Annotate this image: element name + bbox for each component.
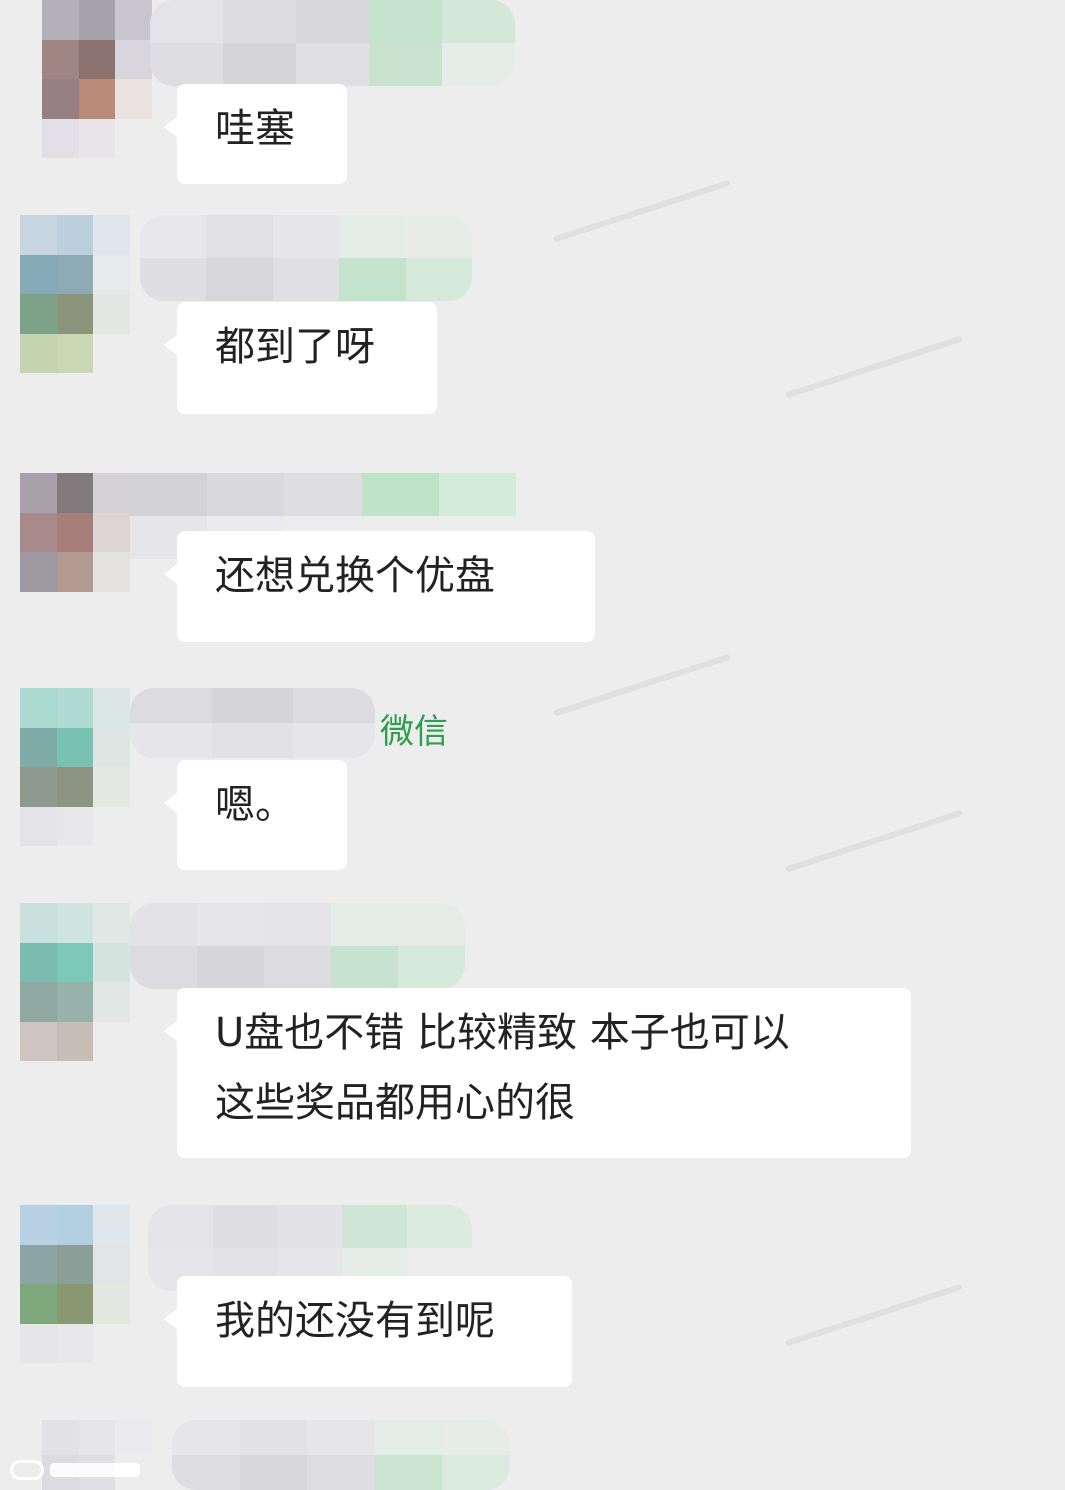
watermark — [549, 642, 735, 732]
sender-name-blurred — [150, 0, 515, 86]
logo-mark-icon — [10, 1460, 44, 1480]
sender-avatar[interactable] — [42, 0, 152, 158]
sender-name-blurred — [130, 903, 465, 989]
logo-text — [50, 1463, 140, 1477]
message-bubble[interactable]: 还想兑换个优盘 — [164, 531, 595, 642]
message-bubble[interactable]: U盘也不错 比较精致 本子也可以 这些奖品都用心的很 — [164, 988, 911, 1158]
sender-name-blurred — [130, 688, 375, 758]
message-text-line: U盘也不错 比较精致 本子也可以 — [215, 1010, 790, 1056]
watermark — [781, 798, 967, 888]
message-text: 我的还没有到呢 — [215, 1298, 495, 1344]
watermark — [549, 168, 735, 258]
sender-avatar[interactable] — [20, 903, 130, 1061]
message-bubble[interactable]: 我的还没有到呢 — [164, 1276, 572, 1387]
corner-logo — [10, 1457, 140, 1483]
sender-avatar[interactable] — [20, 215, 130, 373]
message-bubble[interactable]: 哇塞 — [164, 84, 347, 184]
message-text: 嗯。 — [215, 782, 295, 828]
sender-name-blurred — [140, 215, 472, 301]
sender-name-blurred — [172, 1420, 510, 1490]
message-text: 哇塞 — [215, 106, 295, 152]
sender-avatar[interactable] — [20, 1205, 130, 1363]
message-text-line: 这些奖品都用心的很 — [215, 1080, 575, 1126]
message-text: 都到了呀 — [215, 324, 375, 370]
watermark — [781, 1272, 967, 1362]
sender-wechat-label: 微信 — [380, 712, 448, 752]
message-text: 还想兑换个优盘 — [215, 553, 495, 599]
sender-avatar[interactable] — [20, 688, 130, 846]
message-bubble[interactable]: 嗯。 — [164, 760, 347, 870]
sender-avatar[interactable] — [20, 473, 130, 631]
watermark — [781, 324, 967, 414]
message-bubble[interactable]: 都到了呀 — [164, 302, 437, 414]
